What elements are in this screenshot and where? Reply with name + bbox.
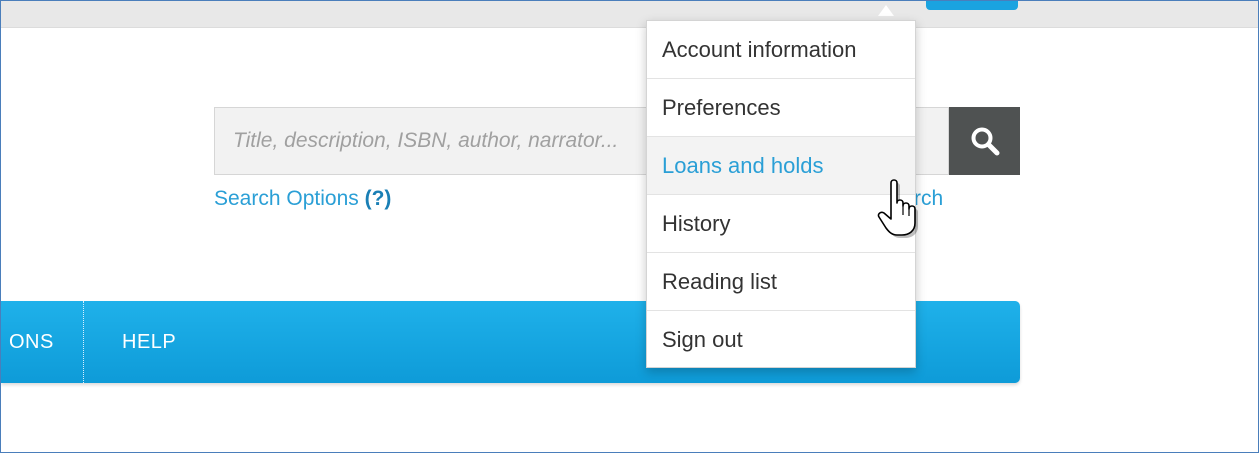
browser-viewport: Search Options (?) nd search ONS HELP Ac… [0,0,1259,453]
nav-item-help[interactable]: HELP [122,301,176,383]
dropdown-caret [878,5,894,16]
menu-item-sign-out[interactable]: Sign out [647,311,915,369]
nav-divider [83,301,84,383]
search-button[interactable] [949,107,1020,175]
menu-item-preferences[interactable]: Preferences [647,79,915,137]
menu-item-reading-list[interactable]: Reading list [647,253,915,311]
menu-item-history[interactable]: History [647,195,915,253]
menu-item-loans-and-holds[interactable]: Loans and holds [647,137,915,195]
account-dropdown-menu: Account information Preferences Loans an… [646,20,916,368]
nav-item-collections[interactable]: ONS [9,301,54,383]
search-options-label: Search Options [214,187,359,210]
search-icon [971,127,999,156]
account-button-edge[interactable] [926,1,1018,10]
menu-item-account-information[interactable]: Account information [647,21,915,79]
search-options-link[interactable]: Search Options (?) [214,187,391,211]
search-options-help[interactable]: (?) [365,187,392,210]
top-header-bar [1,1,1258,28]
